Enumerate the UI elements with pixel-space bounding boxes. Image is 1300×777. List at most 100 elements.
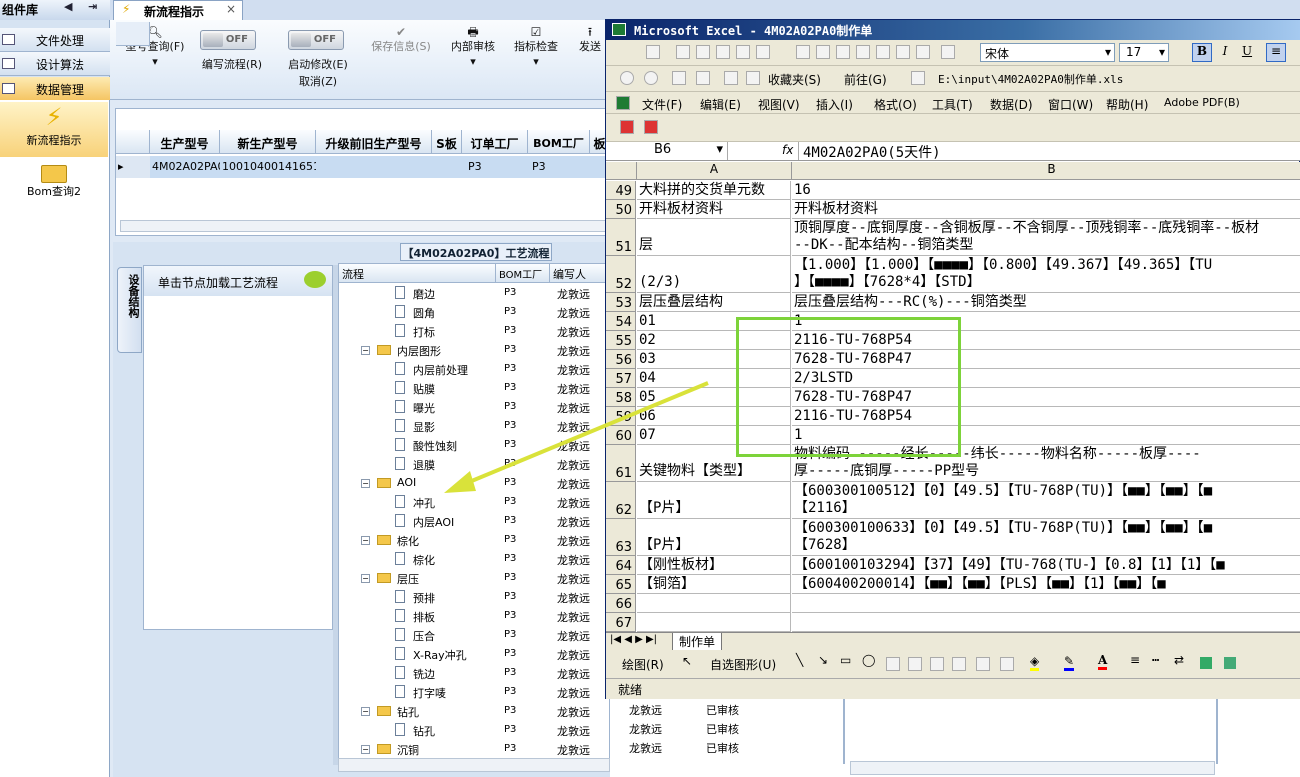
cell-b[interactable]: 【600300100512】【0】【49.5】【TU-768P(TU)】【■■】… [792, 482, 1300, 519]
dropdown-arrow-icon[interactable]: ▾ [1159, 45, 1165, 59]
name-box[interactable]: B6 ▾ [608, 142, 728, 160]
select-pointer-icon[interactable]: ↖ [682, 654, 692, 668]
underline-button[interactable]: U [1238, 44, 1256, 58]
collapse-icon[interactable]: − [361, 536, 370, 545]
cell-a[interactable]: (2/3) [637, 256, 791, 293]
menu-tools[interactable]: 工具(T) [932, 96, 973, 113]
new-flow-instruction-button[interactable]: ⚡ 新流程指示 [0, 102, 108, 157]
arrow-icon[interactable]: ↘ [818, 653, 828, 667]
cell-a[interactable]: 【刚性板材】 [637, 556, 791, 575]
refresh-icon[interactable] [696, 71, 710, 85]
toolbar-icon[interactable] [816, 45, 830, 59]
menu-adobe-pdf[interactable]: Adobe PDF(B) [1164, 96, 1240, 109]
cell-order-factory[interactable]: P3 [462, 156, 528, 178]
col-header-model[interactable]: 生产型号 [150, 130, 220, 154]
menu-window[interactable]: 窗口(W) [1048, 96, 1093, 113]
font-color-icon[interactable]: A [1098, 653, 1108, 670]
cell-model[interactable]: 4M02A02PA0 [150, 156, 224, 178]
horizontal-scrollbar[interactable] [120, 220, 608, 232]
cell-b[interactable]: 开料板材资料 [792, 200, 1300, 219]
toolbar-icon[interactable] [916, 45, 930, 59]
pin-icon[interactable]: ⇥ [88, 0, 97, 13]
tree-row[interactable]: X-Ray冲孔 P3 龙敦远 [339, 645, 609, 664]
collapse-icon[interactable]: − [361, 707, 370, 716]
dash-style-icon[interactable]: ┅ [1152, 653, 1159, 667]
cell-b[interactable]: 【600400200014】【■■】【■■】【PLS】【■■】【1】【■■】【■ [792, 575, 1300, 594]
cell-b[interactable]: 【1.000】【1.000】【■■■■】【0.800】【49.367】【49.3… [792, 256, 1300, 293]
edit-flow-toggle[interactable]: OFF [200, 30, 256, 50]
col-header-s-board[interactable]: S板 [432, 130, 462, 154]
row-header[interactable]: 64 [606, 556, 636, 575]
row-header[interactable]: 51 [606, 219, 636, 256]
bom-query2-button[interactable]: Bom查询2 [0, 165, 108, 205]
menu-data[interactable]: 数据(D) [990, 96, 1033, 113]
toolbar-icon[interactable] [856, 45, 870, 59]
dropdown-arrow-icon[interactable]: ▾ [533, 55, 539, 68]
toolbar-icon[interactable] [836, 45, 850, 59]
clipart-icon[interactable] [976, 657, 990, 671]
tree-row[interactable]: 打字唛 P3 龙敦远 [339, 683, 609, 702]
tree-row[interactable]: 磨边 P3 龙敦远 [339, 284, 609, 303]
internal-review-button[interactable]: 🖶︎ 内部审核 ▾ [445, 25, 501, 69]
pdf-icon[interactable] [620, 120, 634, 134]
row-header[interactable]: 56 [606, 350, 636, 369]
index-check-button[interactable]: ☑ 指标检查 ▾ [508, 25, 564, 69]
row-selector-icon[interactable]: ▸ [116, 156, 150, 178]
cell-b[interactable]: 层压叠层结构---RC(%)---铜箔类型 [792, 293, 1300, 312]
select-all-corner[interactable] [606, 162, 637, 180]
col-header-order-factory[interactable]: 订单工厂 [462, 130, 528, 154]
cell-b[interactable]: 16 [792, 181, 1300, 200]
address-field[interactable]: E:\input\4M02A02PA0制作单.xls [938, 71, 1123, 87]
save-info-button[interactable]: ✔ 保存信息(S) [363, 25, 439, 54]
row-header[interactable]: 50 [606, 200, 636, 219]
tree-row[interactable]: 打标 P3 龙敦远 [339, 322, 609, 341]
collapse-icon[interactable]: − [361, 574, 370, 583]
dropdown-arrow-icon[interactable]: ▾ [716, 142, 723, 157]
menu-edit[interactable]: 编辑(E) [700, 96, 741, 113]
background-scrollbar[interactable] [850, 761, 1215, 775]
collapse-icon[interactable]: − [361, 745, 370, 754]
toolbar-icon[interactable] [796, 45, 810, 59]
draw-menu[interactable]: 绘图(R) [622, 656, 664, 673]
tab-equipment-structure[interactable]: 设备结构 [117, 267, 142, 353]
menu-file[interactable]: 文件(F) [642, 96, 682, 113]
toolbar-icon[interactable] [756, 45, 770, 59]
home-icon[interactable] [724, 71, 738, 85]
wordart-icon[interactable] [930, 657, 944, 671]
send-button[interactable]: ⭱ 发送 [572, 25, 608, 54]
back-icon[interactable] [620, 71, 634, 85]
sidebar-item-data-management[interactable]: 数据管理 [0, 77, 110, 101]
tree-row[interactable]: 内层AOI P3 龙敦远 [339, 512, 609, 531]
font-name-select[interactable]: 宋体 ▾ [980, 43, 1115, 62]
column-header-a[interactable]: A [637, 162, 792, 180]
fill-color-icon[interactable]: ◈ [1030, 654, 1040, 671]
row-header[interactable]: 67 [606, 613, 636, 632]
tree-row[interactable]: − 层压 P3 龙敦远 [339, 569, 609, 588]
collapse-left-icon[interactable]: ◀ [64, 0, 72, 13]
dropdown-arrow-icon[interactable]: ▾ [470, 55, 476, 68]
column-header-b[interactable]: B [792, 162, 1300, 180]
collapse-icon[interactable]: − [361, 479, 370, 488]
cell-new-model[interactable]: 10010400141651 [220, 156, 320, 178]
forward-icon[interactable] [644, 71, 658, 85]
toolbar-icon[interactable] [676, 45, 690, 59]
line-icon[interactable]: ╲ [796, 653, 803, 667]
cell-a[interactable]: 层 [637, 219, 791, 256]
row-header[interactable]: 49 [606, 181, 636, 200]
toolbar-icon[interactable] [876, 45, 890, 59]
shadow-icon[interactable] [1200, 657, 1212, 669]
start-modify-toggle[interactable]: OFF [288, 30, 344, 50]
cell-a[interactable] [637, 594, 791, 613]
sheet-tab-form[interactable]: 制作单 [672, 633, 723, 651]
col-header-flow[interactable]: 流程 [339, 264, 496, 283]
row-header[interactable]: 53 [606, 293, 636, 312]
tree-scrollbar[interactable] [338, 758, 610, 772]
cell-a[interactable]: 【铜箔】 [637, 575, 791, 594]
picture-icon[interactable] [1000, 657, 1014, 671]
tree-row[interactable]: 预排 P3 龙敦远 [339, 588, 609, 607]
tree-row[interactable]: 压合 P3 龙敦远 [339, 626, 609, 645]
dropdown-arrow-icon[interactable]: ▾ [152, 55, 158, 68]
favorites-menu[interactable]: 收藏夹(S) [768, 71, 821, 88]
col-header-bom-factory[interactable]: BOM工厂 [496, 264, 550, 283]
menu-format[interactable]: 格式(O) [874, 96, 917, 113]
